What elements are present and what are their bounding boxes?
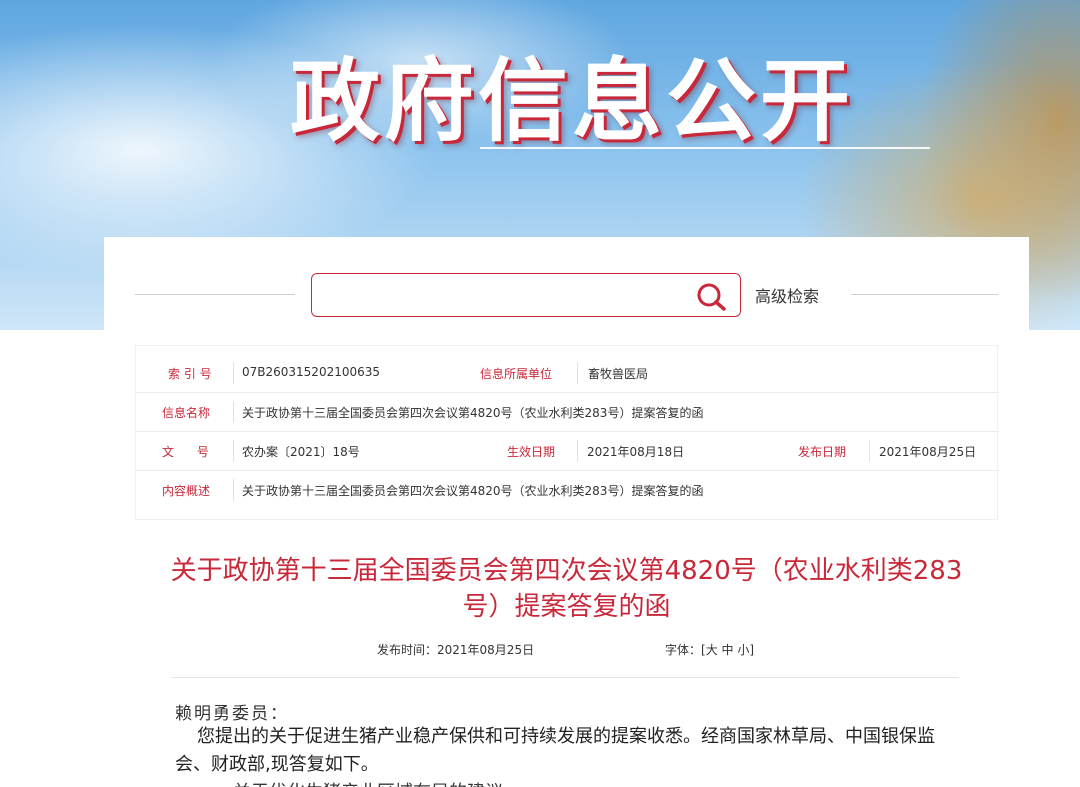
publish-date-label: 发布日期 [798, 445, 847, 459]
meta-separator [233, 440, 234, 462]
article-paragraph: 一、关于优化生猪产业区域布局的建议 [197, 779, 957, 787]
meta-separator [233, 362, 234, 384]
article-panel: 关于政协第十三届全国委员会第四次会议第4820号（农业水利类283号）提案答复的… [135, 537, 998, 787]
doc-number-label: 文 号 [162, 445, 209, 459]
article-title: 关于政协第十三届全国委员会第四次会议第4820号（农业水利类283号）提案答复的… [170, 556, 963, 622]
search-icon[interactable] [694, 280, 728, 312]
meta-separator [577, 362, 578, 384]
meta-separator [869, 440, 870, 462]
effective-date-value: 2021年08月18日 [587, 445, 685, 459]
info-metadata-table: 索 引 号 07B260315202100635 信息所属单位 畜牧兽医局 信息… [135, 345, 999, 520]
meta-separator [233, 479, 234, 501]
font-small-button[interactable]: 小 [737, 643, 749, 657]
font-size-control: 字体：[大 中 小] [665, 641, 754, 658]
search-divider-left [135, 294, 295, 295]
summary-value: 关于政协第十三届全国委员会第四次会议第4820号（农业水利类283号）提案答复的… [242, 484, 704, 498]
font-large-button[interactable]: 大 [706, 643, 718, 657]
index-label: 索 引 号 [168, 367, 212, 381]
index-value: 07B260315202100635 [242, 365, 381, 379]
salutation: 赖明勇委员： [175, 704, 289, 724]
search-panel: 高级检索 [104, 237, 1029, 357]
article-paragraph: 您提出的关于促进生猪产业稳产保供和可持续发展的提案收悉。经商国家林草局、中国银保… [175, 726, 935, 775]
meta-row-doc: 文 号 农办案〔2021〕18号 生效日期 2021年08月18日 发布日期 2… [136, 432, 999, 471]
effective-date-label: 生效日期 [507, 445, 556, 459]
search-input[interactable] [322, 280, 682, 310]
unit-label: 信息所属单位 [480, 367, 553, 381]
doc-number-value: 农办案〔2021〕18号 [242, 445, 360, 459]
font-medium-button[interactable]: 中 [722, 643, 734, 657]
search-divider-right [851, 294, 998, 295]
summary-label: 内容概述 [162, 484, 211, 498]
unit-value: 畜牧兽医局 [588, 367, 649, 381]
meta-row-index: 索 引 号 07B260315202100635 信息所属单位 畜牧兽医局 [136, 354, 999, 393]
advanced-search-link[interactable]: 高级检索 [755, 283, 819, 307]
meta-separator [577, 440, 578, 462]
article-divider [172, 677, 959, 678]
search-box[interactable] [311, 273, 741, 317]
font-bracket-close: ] [749, 643, 755, 657]
banner-divider [480, 147, 930, 149]
name-value: 关于政协第十三届全国委员会第四次会议第4820号（农业水利类283号）提案答复的… [242, 406, 704, 420]
meta-row-summary: 内容概述 关于政协第十三届全国委员会第四次会议第4820号（农业水利类283号）… [136, 471, 999, 510]
meta-separator [233, 401, 234, 423]
publish-date-value: 2021年08月25日 [879, 445, 977, 459]
name-label: 信息名称 [162, 406, 211, 420]
meta-row-name: 信息名称 关于政协第十三届全国委员会第四次会议第4820号（农业水利类283号）… [136, 393, 999, 432]
font-size-label: 字体： [665, 643, 702, 657]
publish-time: 发布时间：2021年08月25日 [377, 643, 535, 657]
banner-title: 政府信息公开 [290, 49, 854, 154]
